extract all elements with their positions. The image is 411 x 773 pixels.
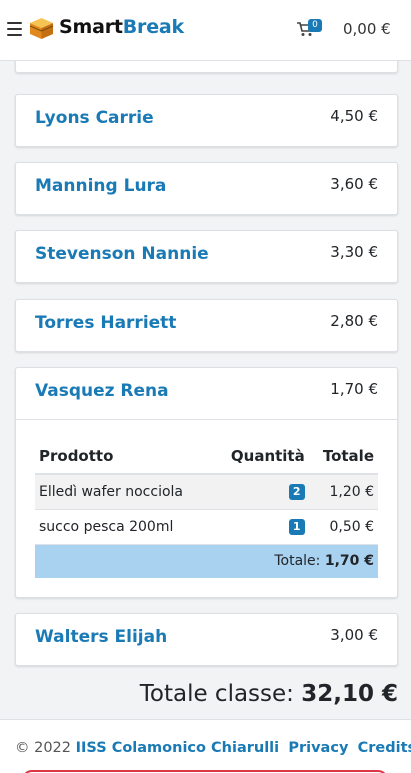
school-link[interactable]: IISS Colamonico Chiarulli	[76, 740, 280, 756]
student-card-header[interactable]: Stevenson Nannie 3,30 €	[16, 231, 397, 282]
product-name: succo pesca 200ml	[35, 509, 213, 545]
student-amount: 2,80 €	[330, 312, 378, 330]
student-amount: 3,00 €	[330, 626, 378, 644]
student-card[interactable]: Stevenson Nannie 3,30 €	[15, 230, 398, 283]
row-total: 1,20 €	[308, 474, 378, 510]
student-name[interactable]: Lyons Carrie	[35, 108, 154, 128]
student-card-partial[interactable]	[15, 61, 398, 73]
quantity-badge: 1	[288, 519, 305, 535]
student-card-header[interactable]: Manning Lura 3,60 €	[16, 163, 397, 214]
quantity-badge: 2	[288, 484, 305, 501]
cart-total[interactable]: 0,00 €	[343, 20, 391, 38]
student-card[interactable]: Manning Lura 3,60 €	[15, 162, 398, 215]
cart-count-badge: 0	[308, 19, 322, 32]
credits-link[interactable]: Credits	[358, 740, 411, 756]
footer: © 2022 IISS Colamonico Chiarulli Privacy…	[0, 719, 411, 773]
column-header-product: Prodotto	[35, 440, 213, 475]
top-navbar: SmartBreak 0 0,00 €	[0, 0, 411, 61]
order-total-value: 1,70 €	[324, 553, 374, 570]
student-amount: 3,30 €	[330, 243, 378, 261]
class-total: Totale classe: 32,10 €	[140, 681, 398, 707]
student-amount: 1,70 €	[330, 380, 378, 398]
student-name[interactable]: Vasquez Rena	[35, 381, 169, 401]
student-card-header[interactable]: Torres Harriett 2,80 €	[16, 300, 397, 351]
student-name[interactable]: Stevenson Nannie	[35, 244, 209, 264]
order-details: Prodotto Quantità Totale Elledì wafer no…	[16, 419, 397, 597]
table-row: succo pesca 200ml 1 0,50 €	[35, 509, 378, 545]
brand-name[interactable]: SmartBreak	[59, 16, 184, 38]
student-card-header[interactable]: Vasquez Rena 1,70 €	[16, 368, 397, 419]
student-orders-list: Lyons Carrie 4,50 € Manning Lura 3,60 € …	[0, 61, 411, 719]
student-name[interactable]: Manning Lura	[35, 176, 166, 196]
copyright: © 2022	[15, 740, 72, 756]
student-card-header[interactable]: Walters Elijah 3,00 €	[16, 614, 397, 665]
student-card[interactable]: Walters Elijah 3,00 €	[15, 613, 398, 666]
student-card[interactable]: Torres Harriett 2,80 €	[15, 299, 398, 352]
order-total-row: Totale: 1,70 €	[35, 544, 378, 578]
order-total-label: Totale:	[274, 553, 321, 570]
order-table: Prodotto Quantità Totale Elledì wafer no…	[35, 440, 378, 578]
footer-text: © 2022 IISS Colamonico Chiarulli Privacy…	[15, 740, 411, 756]
student-card[interactable]: Lyons Carrie 4,50 €	[15, 94, 398, 147]
class-total-label: Totale classe:	[139, 681, 294, 707]
student-name[interactable]: Walters Elijah	[35, 627, 167, 647]
row-total: 0,50 €	[308, 509, 378, 545]
product-name: Elledì wafer nocciola	[35, 474, 213, 510]
logo-icon[interactable]	[29, 17, 54, 40]
column-header-total: Totale	[308, 440, 378, 475]
hamburger-menu-icon[interactable]	[7, 22, 22, 36]
student-card-expanded[interactable]: Vasquez Rena 1,70 € Prodotto Quantità To…	[15, 367, 398, 598]
class-total-value: 32,10 €	[301, 681, 398, 707]
student-card-header[interactable]: Lyons Carrie 4,50 €	[16, 95, 397, 146]
table-row: Elledì wafer nocciola 2 1,20 €	[35, 474, 378, 510]
student-name[interactable]: Torres Harriett	[35, 313, 176, 333]
privacy-link[interactable]: Privacy	[288, 740, 348, 756]
column-header-quantity: Quantità	[212, 440, 309, 475]
student-amount: 3,60 €	[330, 175, 378, 193]
student-amount: 4,50 €	[330, 107, 378, 125]
